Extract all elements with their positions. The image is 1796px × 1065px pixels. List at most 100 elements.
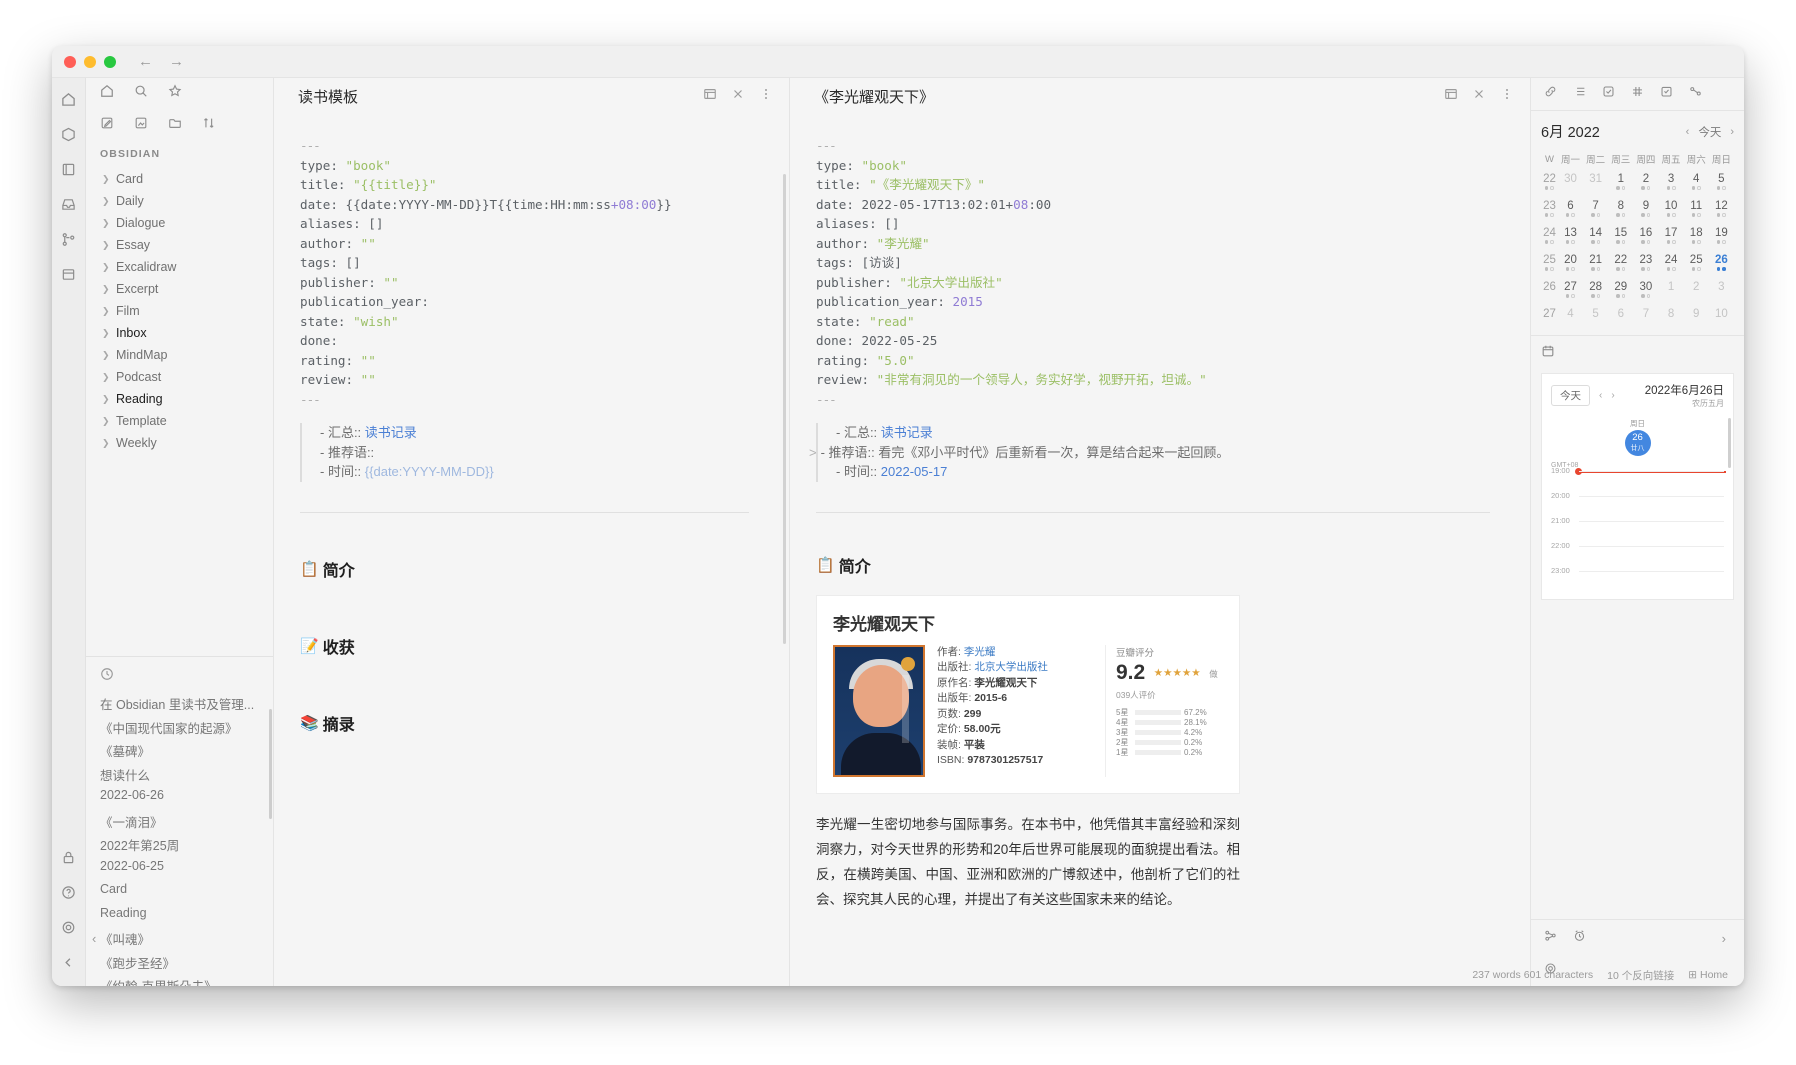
minimize-window-button[interactable] [84, 55, 96, 68]
new-canvas-icon[interactable] [134, 116, 148, 135]
calendar-day-cell[interactable]: 22 [1608, 252, 1633, 279]
folder-item-excalidraw[interactable]: ❯ Excalidraw [86, 256, 273, 278]
calendar-day-cell[interactable]: 28 [1583, 279, 1608, 306]
calendar-day-cell[interactable]: 9 [1633, 198, 1658, 225]
graph-icon[interactable] [1689, 85, 1702, 103]
calendar-day-cell[interactable]: 8 [1658, 306, 1683, 327]
pane1-scrollbar[interactable] [783, 174, 786, 644]
calendar-day-cell[interactable]: 6 [1558, 198, 1583, 225]
expand-left-sidebar-icon[interactable]: ‹ [92, 931, 96, 946]
pane2-callout[interactable]: - 汇总:: 读书记录 > - 推荐语:: 看完《邓小平时代》后重新看一次，算是结… [809, 423, 1490, 482]
folder-item-essay[interactable]: ❯ Essay [86, 234, 273, 256]
folder-item-template[interactable]: ❯ Template [86, 410, 273, 432]
folder-item-film[interactable]: ❯ Film [86, 300, 273, 322]
calendar-day-cell[interactable]: 12 [1709, 198, 1734, 225]
pane2-title[interactable]: 《李光耀观天下》 [814, 86, 1444, 107]
calendar-day-cell[interactable]: 23 [1633, 252, 1658, 279]
calendar-day-cell[interactable]: 4 [1684, 171, 1709, 198]
timeline-hour-row[interactable]: 21:00 [1551, 516, 1724, 546]
close-window-button[interactable] [64, 55, 76, 68]
timeline-hour-row[interactable]: 22:00 [1551, 541, 1724, 571]
book-icon[interactable] [58, 158, 80, 180]
chevron-right-icon[interactable]: ❯ [102, 328, 116, 339]
reading-view-icon[interactable] [1444, 87, 1458, 106]
timeline-selected-day[interactable]: 周日 26 廿八 [1621, 418, 1655, 456]
folder-item-dialogue[interactable]: ❯ Dialogue [86, 212, 273, 234]
forward-arrow-icon[interactable]: → [169, 53, 184, 70]
next-month-icon[interactable]: › [1730, 126, 1734, 138]
more-options-icon[interactable] [1500, 87, 1514, 106]
calendar-day-cell[interactable]: 2 [1633, 171, 1658, 198]
timeline-hour-grid[interactable]: 19:00 20:00 21:00 22:00 23:00 [1551, 466, 1726, 589]
calendar-day-cell[interactable]: 24 [1658, 252, 1683, 279]
recent-file-item[interactable]: 在 Obsidian 里读书及管理... [86, 694, 273, 718]
calendar-day-cell[interactable]: 6 [1608, 306, 1633, 327]
folder-item-reading[interactable]: ❯ Reading [86, 388, 273, 410]
calendar-day-cell[interactable]: 1 [1658, 279, 1683, 306]
home-icon[interactable] [100, 84, 114, 103]
calendar-week-number[interactable]: 25 [1541, 252, 1558, 279]
new-folder-icon[interactable] [168, 116, 182, 135]
calendar-day-cell[interactable]: 13 [1558, 225, 1583, 252]
calendar-day-cell[interactable]: 3 [1658, 171, 1683, 198]
list-icon[interactable] [1573, 85, 1586, 103]
reading-view-icon[interactable] [703, 87, 717, 106]
calendar-week-number[interactable]: 27 [1541, 306, 1558, 327]
chevron-right-icon[interactable]: ❯ [102, 262, 116, 273]
folder-item-excerpt[interactable]: ❯ Excerpt [86, 278, 273, 300]
chevron-right-icon[interactable]: ❯ [102, 240, 116, 251]
timeline-hour-row[interactable]: 23:00 [1551, 566, 1724, 596]
pane2-frontmatter[interactable]: --- type: "book" title: "《李光耀观天下》" date: 20… [816, 136, 1490, 409]
prev-day-icon[interactable]: ‹ [1599, 390, 1602, 401]
chevron-right-icon[interactable]: ❯ [102, 196, 116, 207]
recent-file-item[interactable]: 《约翰·克里斯朵夫》 [86, 976, 273, 986]
maximize-window-button[interactable] [104, 55, 116, 68]
calendar-day-cell[interactable]: 1 [1608, 171, 1633, 198]
calendar-day-cell[interactable]: 7 [1633, 306, 1658, 327]
prev-month-icon[interactable]: ‹ [1686, 126, 1690, 138]
folder-item-daily[interactable]: ❯ Daily [86, 190, 273, 212]
calendar-day-cell[interactable]: 10 [1658, 198, 1683, 225]
calendar-day-cell[interactable]: 25 [1684, 252, 1709, 279]
sort-icon[interactable] [202, 116, 216, 135]
timeline-today-button[interactable]: 今天 [1551, 385, 1590, 406]
calendar-grid[interactable]: W 周一 周二 周三 周四 周五 周六 周日 22 30 31 1 2 3 4 5 23 6 7 8 9 10 11 12 2… [1541, 152, 1734, 327]
chevron-right-icon[interactable]: ❯ [102, 372, 116, 383]
calendar-day-cell[interactable]: 8 [1608, 198, 1633, 225]
home-icon[interactable] [58, 88, 80, 110]
recent-file-item[interactable]: 2022-06-26 [86, 788, 273, 812]
pane1-frontmatter[interactable]: --- type: "book" title: "{{title}}" date: {… [300, 136, 749, 409]
lock-icon[interactable] [58, 846, 80, 868]
calendar-day-cell[interactable]: 11 [1684, 198, 1709, 225]
chevron-right-icon[interactable]: ❯ [102, 438, 116, 449]
chevron-right-icon[interactable]: ❯ [102, 174, 116, 185]
calendar-day-cell[interactable]: 31 [1583, 171, 1608, 198]
cube-icon[interactable] [58, 123, 80, 145]
calendar-day-cell[interactable]: 14 [1583, 225, 1608, 252]
recent-file-item[interactable]: 《叫魂》 [86, 929, 273, 953]
calendar-day-cell[interactable]: 19 [1709, 225, 1734, 252]
recent-file-item[interactable]: Reading [86, 906, 273, 930]
traffic-lights[interactable] [64, 55, 116, 68]
new-note-icon[interactable] [100, 116, 114, 135]
calendar-week-number[interactable]: 24 [1541, 225, 1558, 252]
calendar-day-cell[interactable]: 30 [1633, 279, 1658, 306]
book-meta-value[interactable]: 李光耀 [964, 646, 996, 658]
more-options-icon[interactable] [759, 87, 773, 106]
settings-gear-icon[interactable] [58, 916, 80, 938]
timeline-scrollbar[interactable] [1728, 418, 1731, 468]
close-tab-icon[interactable] [731, 87, 745, 106]
history-nav[interactable]: ← → [138, 53, 184, 70]
pane1-title[interactable]: 读书模板 [298, 86, 703, 107]
calendar-day-cell[interactable]: 26 [1709, 252, 1734, 279]
recent-file-item[interactable]: Card [86, 882, 273, 906]
chevron-right-icon[interactable]: ❯ [102, 394, 116, 405]
pane2-body[interactable]: --- type: "book" title: "《李光耀观天下》" date: 20… [790, 114, 1530, 986]
close-tab-icon[interactable] [1472, 87, 1486, 106]
summary-link[interactable]: 读书记录 [881, 425, 933, 440]
git-branch-icon[interactable] [58, 228, 80, 250]
fold-indicator-icon[interactable]: > [809, 445, 821, 460]
recent-file-item[interactable]: 《一滴泪》 [86, 812, 273, 836]
chevron-right-icon[interactable]: ❯ [102, 218, 116, 229]
pane1-callout[interactable]: - 汇总:: 读书记录 - 推荐语:: - 时间:: {{date:YYYY-M… [300, 423, 749, 482]
